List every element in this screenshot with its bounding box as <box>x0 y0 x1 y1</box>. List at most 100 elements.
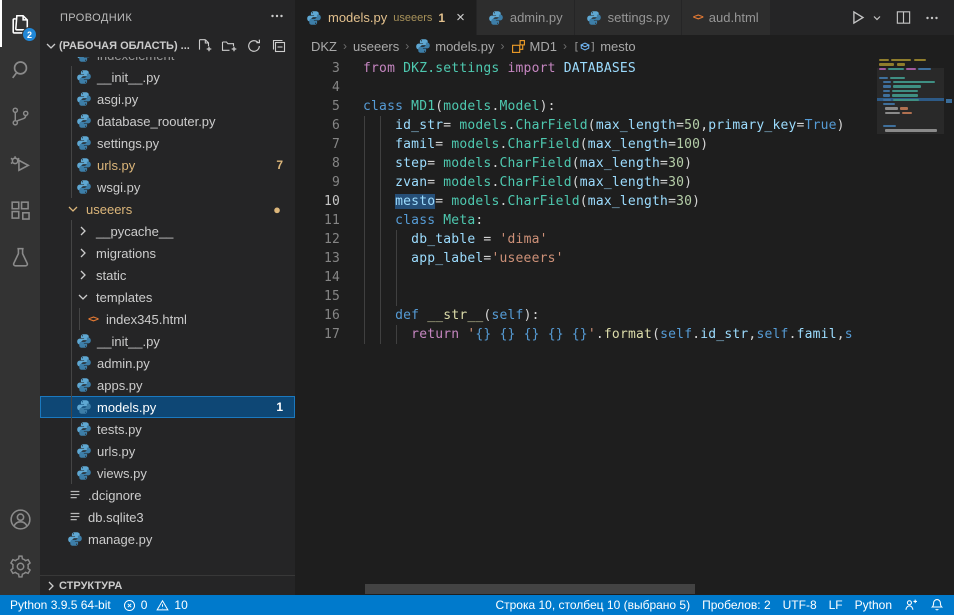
activity-item-explorer[interactable]: 2 <box>0 0 40 47</box>
status-notifications[interactable] <box>924 595 950 615</box>
tree-item-wsgi.py[interactable]: wsgi.py <box>40 176 295 198</box>
breadcrumb-item-mesto[interactable]: []mesto <box>573 39 636 54</box>
breadcrumb-item-MD1[interactable]: MD1 <box>511 39 557 54</box>
new-folder-icon[interactable] <box>221 38 237 54</box>
code-line: 13 app_label='useeers' <box>295 249 877 268</box>
error-count: 0 <box>141 598 148 612</box>
minimap-code-row <box>902 112 912 114</box>
activity-item-account[interactable] <box>0 497 40 544</box>
overview-selection-mark <box>946 99 952 103</box>
run-icon[interactable] <box>848 8 867 27</box>
tab-admin.py[interactable]: admin.py <box>477 0 575 35</box>
more-actions-icon[interactable] <box>269 8 285 27</box>
tab-label: settings.py <box>608 10 670 25</box>
status-language-mode[interactable]: Python <box>849 595 898 615</box>
minimap-code-row <box>893 85 921 87</box>
collapse-all-icon[interactable] <box>271 38 287 54</box>
python-file-icon <box>586 10 602 26</box>
python-file-icon <box>76 377 92 393</box>
tree-item-settings.py[interactable]: settings.py <box>40 132 295 154</box>
chevron-down-icon <box>65 201 81 217</box>
tree-item-manage.py[interactable]: manage.py <box>40 528 295 550</box>
refresh-icon[interactable] <box>246 38 262 54</box>
tree-item-label: __pycache__ <box>96 224 173 239</box>
python-file-icon <box>76 179 92 195</box>
tree-item-tests.py[interactable]: tests.py <box>40 418 295 440</box>
html-file-icon: <> <box>85 311 101 327</box>
code-line: 5class MD1(models.Model): <box>295 97 877 116</box>
tree-item-label: useeers <box>86 202 132 217</box>
code-line: 12 db_table = 'dima' <box>295 230 877 249</box>
status-label: UTF-8 <box>783 598 817 612</box>
tree-item-admin.py[interactable]: admin.py <box>40 352 295 374</box>
code-text: return '{} {} {} {} {}'.format(self.id_s… <box>363 325 853 344</box>
minimap-code-row <box>879 68 886 70</box>
tree-folder-useeers[interactable]: useeers● <box>40 198 295 220</box>
more-actions-icon[interactable] <box>924 10 940 26</box>
tree-item-apps.py[interactable]: apps.py <box>40 374 295 396</box>
tree-item-asgi.py[interactable]: asgi.py <box>40 88 295 110</box>
split-editor-icon[interactable] <box>895 9 912 26</box>
tree-item-__init__.py[interactable]: __init__.py <box>40 330 295 352</box>
minimap-code-row <box>888 68 904 70</box>
workspace-section-label: (РАБОЧАЯ ОБЛАСТЬ) ... <box>59 40 190 52</box>
status-python-version[interactable]: Python 3.9.5 64-bit <box>4 595 117 615</box>
new-file-icon[interactable] <box>196 38 212 54</box>
beaker-icon <box>8 245 33 273</box>
status-cursor-position[interactable]: Строка 10, столбец 10 (выбрано 5) <box>489 595 696 615</box>
html-file-icon: <> <box>693 12 703 23</box>
tree-item-database_roouter.py[interactable]: database_roouter.py <box>40 110 295 132</box>
file-file-icon <box>67 509 83 525</box>
gear-icon <box>8 554 33 582</box>
tree-item-db.sqlite3[interactable]: db.sqlite3 <box>40 506 295 528</box>
tree-folder-__pycache__[interactable]: __pycache__ <box>40 220 295 242</box>
tree-item-.dcignore[interactable]: .dcignore <box>40 484 295 506</box>
code-line: 10 mesto= models.CharField(max_length=30… <box>295 192 877 211</box>
breadcrumb-item-models.py[interactable]: models.py <box>415 38 494 54</box>
activity-item-extensions[interactable] <box>0 188 40 235</box>
line-number: 5 <box>295 97 340 116</box>
run-dropdown-icon[interactable] <box>871 12 883 24</box>
tree-item-label: __init__.py <box>97 334 160 349</box>
python-file-icon <box>76 443 92 459</box>
tree-item-__init__.py[interactable]: __init__.py <box>40 66 295 88</box>
workspace-section-header[interactable]: (РАБОЧАЯ ОБЛАСТЬ) ... <box>40 35 295 57</box>
line-number: 10 <box>295 192 340 211</box>
chevron-right-icon <box>75 245 91 261</box>
status-feedback[interactable] <box>898 595 924 615</box>
status-indentation[interactable]: Пробелов: 2 <box>696 595 777 615</box>
main-area: 2 ПРОВОДНИК (РАБОЧАЯ ОБЛАСТЬ) ... indexe… <box>0 0 954 595</box>
activity-item-settings[interactable] <box>0 544 40 591</box>
code-line: 7 famil= models.CharField(max_length=100… <box>295 135 877 154</box>
activity-item-testing[interactable] <box>0 235 40 282</box>
activity-item-search[interactable] <box>0 47 40 94</box>
minimap[interactable] <box>877 57 944 595</box>
code-text: famil= models.CharField(max_length=100) <box>363 135 708 154</box>
tree-item-urls.py[interactable]: urls.py7 <box>40 154 295 176</box>
horizontal-scrollbar[interactable] <box>365 584 695 594</box>
tab-settings.py[interactable]: settings.py <box>575 0 682 35</box>
activity-item-source-control[interactable] <box>0 94 40 141</box>
status-problems[interactable]: 010 <box>117 595 194 615</box>
tree-item-models.py[interactable]: models.py1 <box>40 396 295 418</box>
tree-folder-templates[interactable]: templates <box>40 286 295 308</box>
tree-item-views.py[interactable]: views.py <box>40 462 295 484</box>
outline-section-header[interactable]: СТРУКТУРА <box>40 575 295 595</box>
python-file-icon <box>76 355 92 371</box>
tree-folder-static[interactable]: static <box>40 264 295 286</box>
status-eol[interactable]: LF <box>823 595 849 615</box>
breadcrumb-item-DKZ[interactable]: DKZ <box>311 39 337 54</box>
tab-aud.html[interactable]: <>aud.html <box>682 0 771 35</box>
code-line: 17 return '{} {} {} {} {}'.format(self.i… <box>295 325 877 344</box>
overview-ruler <box>944 57 954 595</box>
code-line: 16 def __str__(self): <box>295 306 877 325</box>
tree-item-urls.py[interactable]: urls.py <box>40 440 295 462</box>
tab-models.py[interactable]: models.pyuseeers1× <box>295 0 477 35</box>
code-editor[interactable]: 3from DKZ.settings import DATABASES45cla… <box>295 57 954 595</box>
close-icon[interactable]: × <box>456 10 465 25</box>
tree-item-indexelement[interactable]: indexelement <box>40 57 295 66</box>
tree-folder-migrations[interactable]: migrations <box>40 242 295 264</box>
breadcrumb-item-useeers[interactable]: useeers <box>353 39 399 54</box>
activity-item-run-debug[interactable] <box>0 141 40 188</box>
status-encoding[interactable]: UTF-8 <box>777 595 823 615</box>
